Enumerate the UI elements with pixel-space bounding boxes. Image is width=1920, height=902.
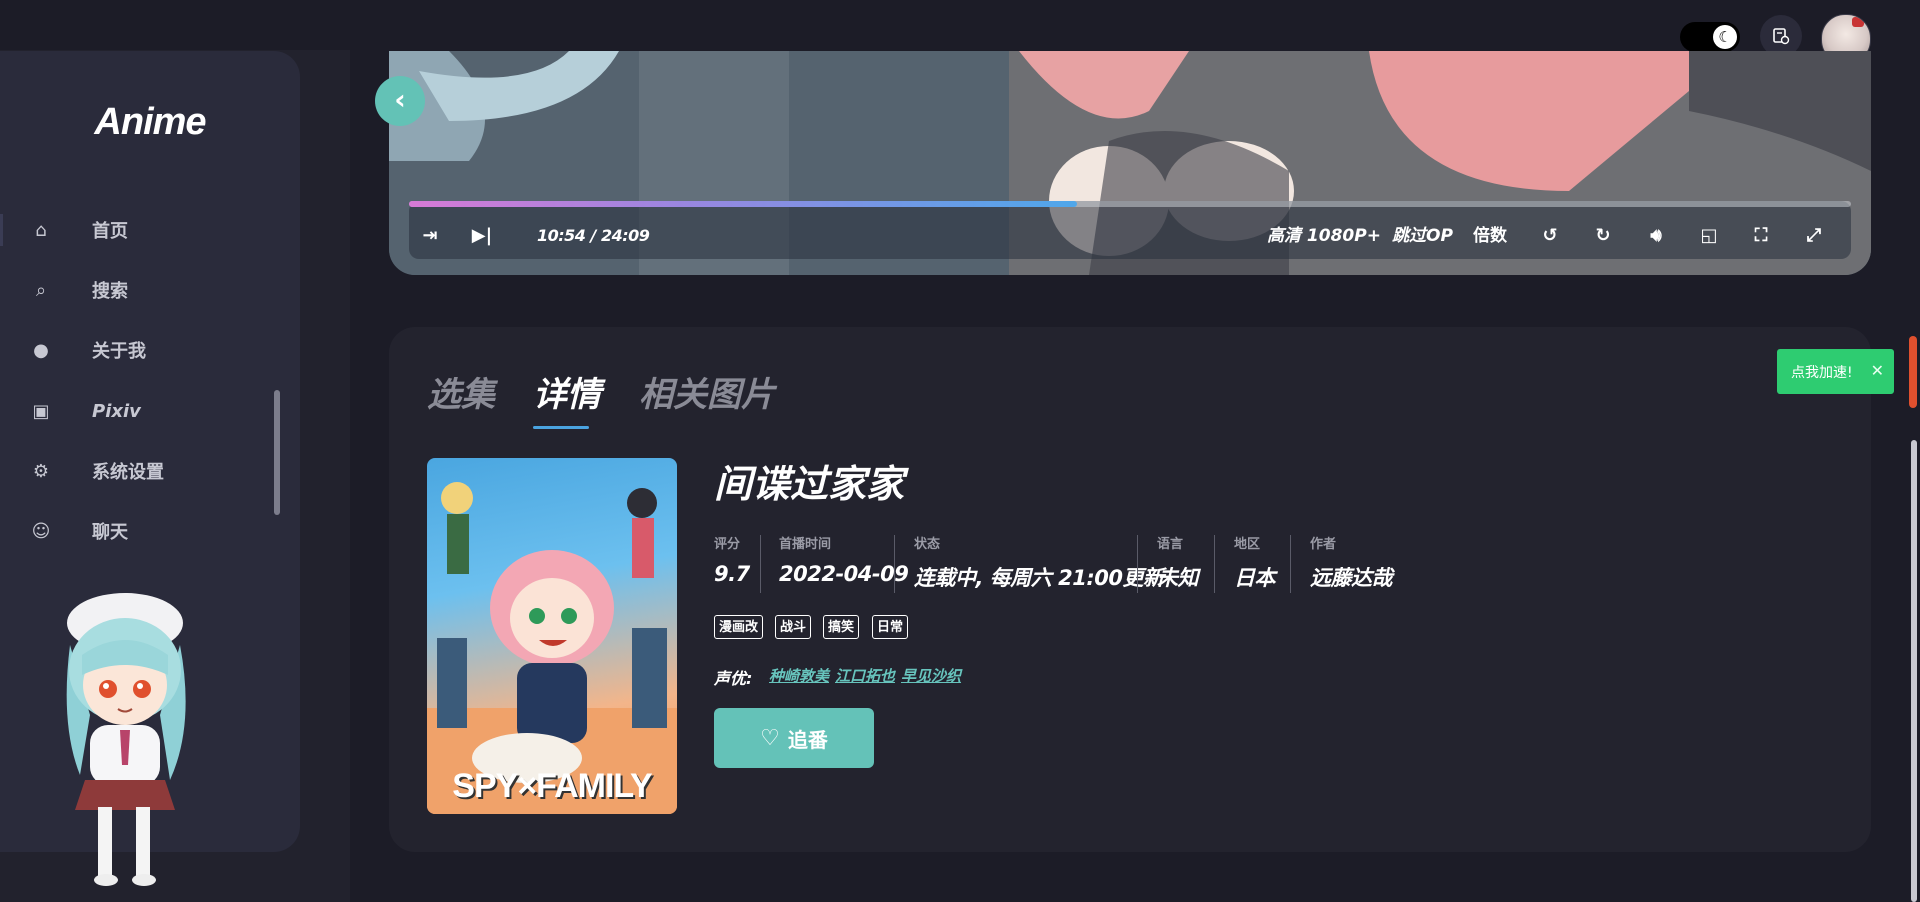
duration: 24:09 xyxy=(600,226,650,245)
meta-key: 评分 xyxy=(714,537,741,552)
volume-icon[interactable]: 🔊︎ xyxy=(1643,223,1669,249)
genre-tag[interactable]: 战斗 xyxy=(775,615,812,639)
sidebar-item-label: 首页 xyxy=(92,221,128,242)
video-player[interactable]: ⇥ ▶| 10:54 / 24:09 高清 1080P+ 跳过OP 倍数 ↺ ↻… xyxy=(389,51,1871,275)
anime-title: 间谍过家家 xyxy=(714,462,905,506)
meta-value: 连载中, 每周六 21:00更新 xyxy=(914,566,1164,590)
poster-artwork xyxy=(427,482,677,814)
home-icon: ⌂ xyxy=(35,219,47,241)
meta-status: 状态 连载中, 每周六 21:00更新 xyxy=(914,533,1164,592)
meta-divider xyxy=(1290,535,1291,593)
meta-language: 语言 未知 xyxy=(1157,533,1199,592)
speed-button[interactable]: 倍数 xyxy=(1473,223,1507,249)
genre-tag[interactable]: 日常 xyxy=(872,615,909,639)
app-logo[interactable]: Anime xyxy=(0,101,300,144)
sidebar-scrollbar[interactable] xyxy=(274,390,280,515)
chat-icon: ☺ xyxy=(31,520,51,542)
mascot-illustration xyxy=(66,593,186,886)
history-icon xyxy=(1773,28,1790,45)
meta-key: 首播时间 xyxy=(779,537,832,552)
sidebar-item-settings[interactable]: ⚙ 系统设置 xyxy=(0,451,300,491)
web-fullscreen-icon[interactable]: ⛶ xyxy=(1748,223,1774,249)
anime-poster: SPY×FAMILY xyxy=(427,458,677,814)
heart-icon: ♡ xyxy=(760,725,780,751)
gear-icon: ⚙ xyxy=(32,460,50,482)
user-icon: ● xyxy=(33,339,49,361)
tab-details[interactable]: 详情 xyxy=(533,367,601,416)
toast-text: 点我加速! xyxy=(1791,364,1853,381)
search-icon: ⌕ xyxy=(35,279,47,301)
quality-button[interactable]: 高清 1080P+ xyxy=(1267,223,1381,249)
follow-button[interactable]: ♡ 追番 xyxy=(714,708,874,768)
progress-bar[interactable] xyxy=(409,201,1851,207)
tab-underline xyxy=(533,426,589,429)
time-separator: / xyxy=(590,226,597,245)
rewind-icon[interactable]: ↺ xyxy=(1537,223,1563,249)
tab-episodes[interactable]: 选集 xyxy=(427,367,495,416)
scroll-marker xyxy=(1909,336,1917,408)
meta-value: 远藤达哉 xyxy=(1310,566,1393,590)
cast-link[interactable]: 种崎敦美 xyxy=(769,665,829,686)
follow-label: 追番 xyxy=(787,727,828,752)
genre-tag[interactable]: 搞笑 xyxy=(823,615,860,639)
theme-toggle[interactable]: ☾ xyxy=(1680,22,1740,52)
sidebar-item-chat[interactable]: ☺ 聊天 xyxy=(0,511,300,551)
meta-divider xyxy=(894,535,895,593)
meta-key: 作者 xyxy=(1310,537,1337,552)
progress-fill xyxy=(409,201,1077,207)
sidebar-item-label: Pixiv xyxy=(92,400,141,422)
fullscreen-icon[interactable]: ⤢ xyxy=(1801,223,1827,249)
meta-author: 作者 远藤达哉 xyxy=(1310,533,1393,592)
meta-rating: 评分 9.7 xyxy=(714,533,750,586)
page-scrollbar[interactable] xyxy=(1911,440,1917,902)
speed-up-toast[interactable]: 点我加速! ✕ xyxy=(1777,349,1894,394)
cast-link[interactable]: 早见沙织 xyxy=(901,665,961,686)
sidebar-item-pixiv[interactable]: ▣ Pixiv xyxy=(0,391,300,431)
cast-link[interactable]: 江口拓也 xyxy=(835,665,895,686)
pixiv-icon: ▣ xyxy=(32,400,50,422)
sidebar-item-label: 聊天 xyxy=(92,522,128,543)
skip-op-button[interactable]: 跳过OP xyxy=(1392,223,1453,249)
time-display: 10:54 / 24:09 xyxy=(537,223,650,249)
meta-divider xyxy=(1214,535,1215,593)
meta-key: 状态 xyxy=(914,537,941,552)
meta-value: 2022-04-09 xyxy=(779,562,909,586)
forward-icon[interactable]: ↻ xyxy=(1590,223,1616,249)
close-icon[interactable]: ✕ xyxy=(1871,361,1884,380)
sidebar-item-search[interactable]: ⌕ 搜索 xyxy=(0,270,300,310)
current-time: 10:54 xyxy=(537,226,586,245)
top-bar xyxy=(0,0,1920,50)
back-button[interactable]: ‹ xyxy=(375,76,425,126)
sidebar-item-label: 搜索 xyxy=(92,281,128,302)
meta-value: 未知 xyxy=(1157,566,1199,590)
sidebar-item-label: 关于我 xyxy=(92,341,146,362)
meta-premiere: 首播时间 2022-04-09 xyxy=(779,533,909,586)
meta-key: 地区 xyxy=(1234,537,1261,552)
meta-value: 9.7 xyxy=(714,562,750,586)
poster-title: SPY×FAMILY xyxy=(452,767,652,805)
meta-region: 地区 日本 xyxy=(1234,533,1276,592)
details-panel: 选集 详情 相关图片 SPY×FAMILY 间谍过家家 评分 9.7 首播时间 … xyxy=(389,327,1871,852)
sidebar-item-label: 系统设置 xyxy=(92,462,164,483)
player-controls: ⇥ ▶| 10:54 / 24:09 高清 1080P+ 跳过OP 倍数 ↺ ↻… xyxy=(409,201,1851,259)
chevron-left-icon: ‹ xyxy=(394,83,406,116)
picture-in-picture-icon[interactable]: ◱ xyxy=(1696,223,1722,249)
meta-key: 语言 xyxy=(1157,537,1184,552)
avatar-icon xyxy=(1852,17,1864,27)
meta-value: 日本 xyxy=(1234,566,1276,590)
meta-divider xyxy=(1137,535,1138,593)
exit-icon[interactable]: ⇥ xyxy=(417,223,443,249)
tab-related-images[interactable]: 相关图片 xyxy=(639,367,775,416)
sidebar-item-home[interactable]: ⌂ 首页 xyxy=(0,210,300,250)
meta-divider xyxy=(760,535,761,593)
genre-tag[interactable]: 漫画改 xyxy=(714,615,764,639)
cast-label: 声优: xyxy=(714,669,753,688)
moon-icon: ☾ xyxy=(1713,25,1737,49)
next-episode-icon[interactable]: ▶| xyxy=(469,223,495,249)
sidebar-item-about[interactable]: ● 关于我 xyxy=(0,330,300,370)
